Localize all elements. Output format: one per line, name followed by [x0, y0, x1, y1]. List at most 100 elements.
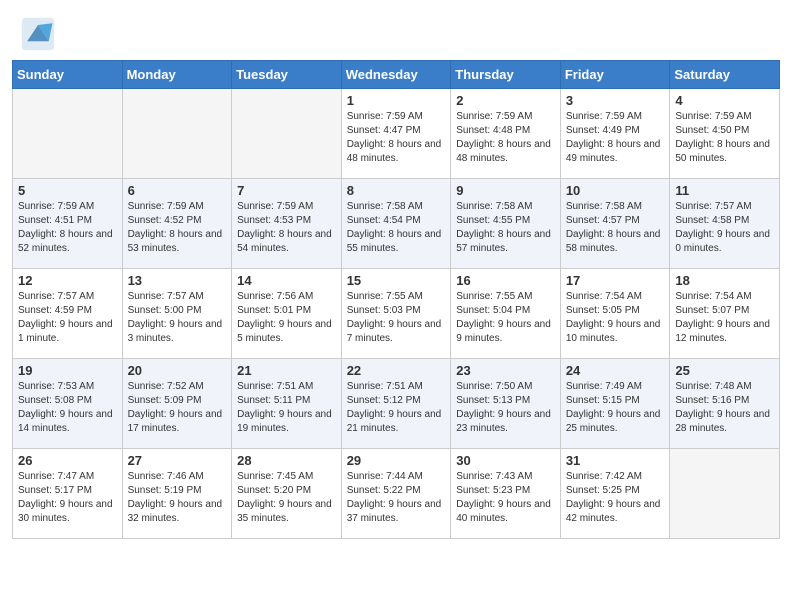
day-info: Sunrise: 7:48 AMSunset: 5:16 PMDaylight:…: [675, 380, 774, 436]
day-number: 2: [456, 93, 555, 108]
calendar-day-cell: 23 Sunrise: 7:50 AMSunset: 5:13 PMDayligh…: [451, 359, 561, 449]
calendar-week-row: 26 Sunrise: 7:47 AMSunset: 5:17 PMDayligh…: [13, 449, 780, 539]
calendar-day-cell: 25 Sunrise: 7:48 AMSunset: 5:16 PMDayligh…: [670, 359, 780, 449]
calendar-day-cell: 21Sunrise: 7:51 AMSunset: 5:11 PMDayligh…: [232, 359, 342, 449]
day-number: 15: [347, 273, 446, 288]
day-info: Sunrise: 7:59 AMSunset: 4:48 PMDaylight:…: [456, 110, 555, 166]
calendar-day-cell: 15 Sunrise: 7:55 AMSunset: 5:03 PMDayligh…: [341, 269, 451, 359]
day-info: Sunrise: 7:59 AMSunset: 4:49 PMDaylight:…: [566, 110, 665, 166]
weekday-header-wednesday: Wednesday: [341, 61, 451, 89]
calendar-day-cell: 2 Sunrise: 7:59 AMSunset: 4:48 PMDaylight…: [451, 89, 561, 179]
calendar-week-row: 5 Sunrise: 7:59 AMSunset: 4:51 PMDaylight…: [13, 179, 780, 269]
day-number: 24: [566, 363, 665, 378]
day-info: Sunrise: 7:46 AMSunset: 5:19 PMDaylight:…: [128, 470, 227, 526]
calendar-day-cell: 1 Sunrise: 7:59 AMSunset: 4:47 PMDaylight…: [341, 89, 451, 179]
day-info: Sunrise: 7:44 AMSunset: 5:22 PMDaylight:…: [347, 470, 446, 526]
day-number: 16: [456, 273, 555, 288]
page-header: [0, 0, 792, 60]
weekday-header-sunday: Sunday: [13, 61, 123, 89]
day-info: Sunrise: 7:49 AMSunset: 5:15 PMDaylight:…: [566, 380, 665, 436]
weekday-header-row: SundayMondayTuesdayWednesdayThursdayFrid…: [13, 61, 780, 89]
day-info: Sunrise: 7:43 AMSunset: 5:23 PMDaylight:…: [456, 470, 555, 526]
calendar-day-cell: [670, 449, 780, 539]
day-info: Sunrise: 7:52 AMSunset: 5:09 PMDaylight:…: [128, 380, 227, 436]
day-info: Sunrise: 7:56 AMSunset: 5:01 PMDaylight:…: [237, 290, 336, 346]
calendar-day-cell: 4 Sunrise: 7:59 AMSunset: 4:50 PMDaylight…: [670, 89, 780, 179]
day-number: 8: [347, 183, 446, 198]
weekday-header-thursday: Thursday: [451, 61, 561, 89]
day-info: Sunrise: 7:59 AMSunset: 4:51 PMDaylight:…: [18, 200, 117, 256]
calendar-day-cell: 27 Sunrise: 7:46 AMSunset: 5:19 PMDayligh…: [122, 449, 232, 539]
day-number: 11: [675, 183, 774, 198]
logo-icon: [20, 16, 56, 52]
day-number: 14: [237, 273, 336, 288]
calendar-day-cell: 11 Sunrise: 7:57 AMSunset: 4:58 PMDayligh…: [670, 179, 780, 269]
day-number: 20: [128, 363, 227, 378]
calendar-day-cell: 10 Sunrise: 7:58 AMSunset: 4:57 PMDayligh…: [560, 179, 670, 269]
calendar-day-cell: [122, 89, 232, 179]
day-number: 17: [566, 273, 665, 288]
day-info: Sunrise: 7:45 AMSunset: 5:20 PMDaylight:…: [237, 470, 336, 526]
day-info: Sunrise: 7:51 AMSunset: 5:11 PMDaylight:…: [237, 380, 336, 436]
day-number: 18: [675, 273, 774, 288]
day-number: 19: [18, 363, 117, 378]
day-number: 22: [347, 363, 446, 378]
day-number: 3: [566, 93, 665, 108]
weekday-header-monday: Monday: [122, 61, 232, 89]
calendar-day-cell: 8 Sunrise: 7:58 AMSunset: 4:54 PMDaylight…: [341, 179, 451, 269]
day-info: Sunrise: 7:58 AMSunset: 4:55 PMDaylight:…: [456, 200, 555, 256]
day-info: Sunrise: 7:59 AMSunset: 4:53 PMDaylight:…: [237, 200, 336, 256]
calendar-day-cell: 14 Sunrise: 7:56 AMSunset: 5:01 PMDayligh…: [232, 269, 342, 359]
day-number: 30: [456, 453, 555, 468]
calendar-day-cell: 18 Sunrise: 7:54 AMSunset: 5:07 PMDayligh…: [670, 269, 780, 359]
calendar-day-cell: 12 Sunrise: 7:57 AMSunset: 4:59 PMDayligh…: [13, 269, 123, 359]
calendar-week-row: 19 Sunrise: 7:53 AMSunset: 5:08 PMDayligh…: [13, 359, 780, 449]
day-info: Sunrise: 7:59 AMSunset: 4:52 PMDaylight:…: [128, 200, 227, 256]
day-number: 5: [18, 183, 117, 198]
day-info: Sunrise: 7:51 AMSunset: 5:12 PMDaylight:…: [347, 380, 446, 436]
calendar-table: SundayMondayTuesdayWednesdayThursdayFrid…: [12, 60, 780, 539]
day-number: 27: [128, 453, 227, 468]
day-info: Sunrise: 7:54 AMSunset: 5:07 PMDaylight:…: [675, 290, 774, 346]
weekday-header-friday: Friday: [560, 61, 670, 89]
logo: [20, 16, 60, 52]
day-number: 4: [675, 93, 774, 108]
day-info: Sunrise: 7:47 AMSunset: 5:17 PMDaylight:…: [18, 470, 117, 526]
day-info: Sunrise: 7:59 AMSunset: 4:50 PMDaylight:…: [675, 110, 774, 166]
day-number: 6: [128, 183, 227, 198]
calendar-week-row: 12 Sunrise: 7:57 AMSunset: 4:59 PMDayligh…: [13, 269, 780, 359]
day-number: 31: [566, 453, 665, 468]
day-number: 9: [456, 183, 555, 198]
day-info: Sunrise: 7:59 AMSunset: 4:47 PMDaylight:…: [347, 110, 446, 166]
weekday-header-saturday: Saturday: [670, 61, 780, 89]
calendar-day-cell: 31 Sunrise: 7:42 AMSunset: 5:25 PMDayligh…: [560, 449, 670, 539]
calendar-day-cell: 5 Sunrise: 7:59 AMSunset: 4:51 PMDaylight…: [13, 179, 123, 269]
day-info: Sunrise: 7:53 AMSunset: 5:08 PMDaylight:…: [18, 380, 117, 436]
day-info: Sunrise: 7:57 AMSunset: 4:58 PMDaylight:…: [675, 200, 774, 256]
weekday-header-tuesday: Tuesday: [232, 61, 342, 89]
day-number: 26: [18, 453, 117, 468]
calendar-day-cell: [13, 89, 123, 179]
day-number: 29: [347, 453, 446, 468]
day-number: 10: [566, 183, 665, 198]
calendar-day-cell: 30 Sunrise: 7:43 AMSunset: 5:23 PMDayligh…: [451, 449, 561, 539]
day-info: Sunrise: 7:42 AMSunset: 5:25 PMDaylight:…: [566, 470, 665, 526]
day-number: 23: [456, 363, 555, 378]
calendar-day-cell: 6 Sunrise: 7:59 AMSunset: 4:52 PMDaylight…: [122, 179, 232, 269]
calendar-container: SundayMondayTuesdayWednesdayThursdayFrid…: [0, 60, 792, 551]
day-info: Sunrise: 7:58 AMSunset: 4:54 PMDaylight:…: [347, 200, 446, 256]
day-number: 1: [347, 93, 446, 108]
day-info: Sunrise: 7:50 AMSunset: 5:13 PMDaylight:…: [456, 380, 555, 436]
calendar-day-cell: [232, 89, 342, 179]
day-info: Sunrise: 7:58 AMSunset: 4:57 PMDaylight:…: [566, 200, 665, 256]
day-number: 12: [18, 273, 117, 288]
day-number: 13: [128, 273, 227, 288]
day-info: Sunrise: 7:57 AMSunset: 4:59 PMDaylight:…: [18, 290, 117, 346]
day-info: Sunrise: 7:55 AMSunset: 5:03 PMDaylight:…: [347, 290, 446, 346]
day-number: 25: [675, 363, 774, 378]
calendar-day-cell: 20 Sunrise: 7:52 AMSunset: 5:09 PMDayligh…: [122, 359, 232, 449]
day-number: 28: [237, 453, 336, 468]
calendar-day-cell: 9 Sunrise: 7:58 AMSunset: 4:55 PMDaylight…: [451, 179, 561, 269]
calendar-day-cell: 17Sunrise: 7:54 AMSunset: 5:05 PMDayligh…: [560, 269, 670, 359]
calendar-day-cell: 26 Sunrise: 7:47 AMSunset: 5:17 PMDayligh…: [13, 449, 123, 539]
